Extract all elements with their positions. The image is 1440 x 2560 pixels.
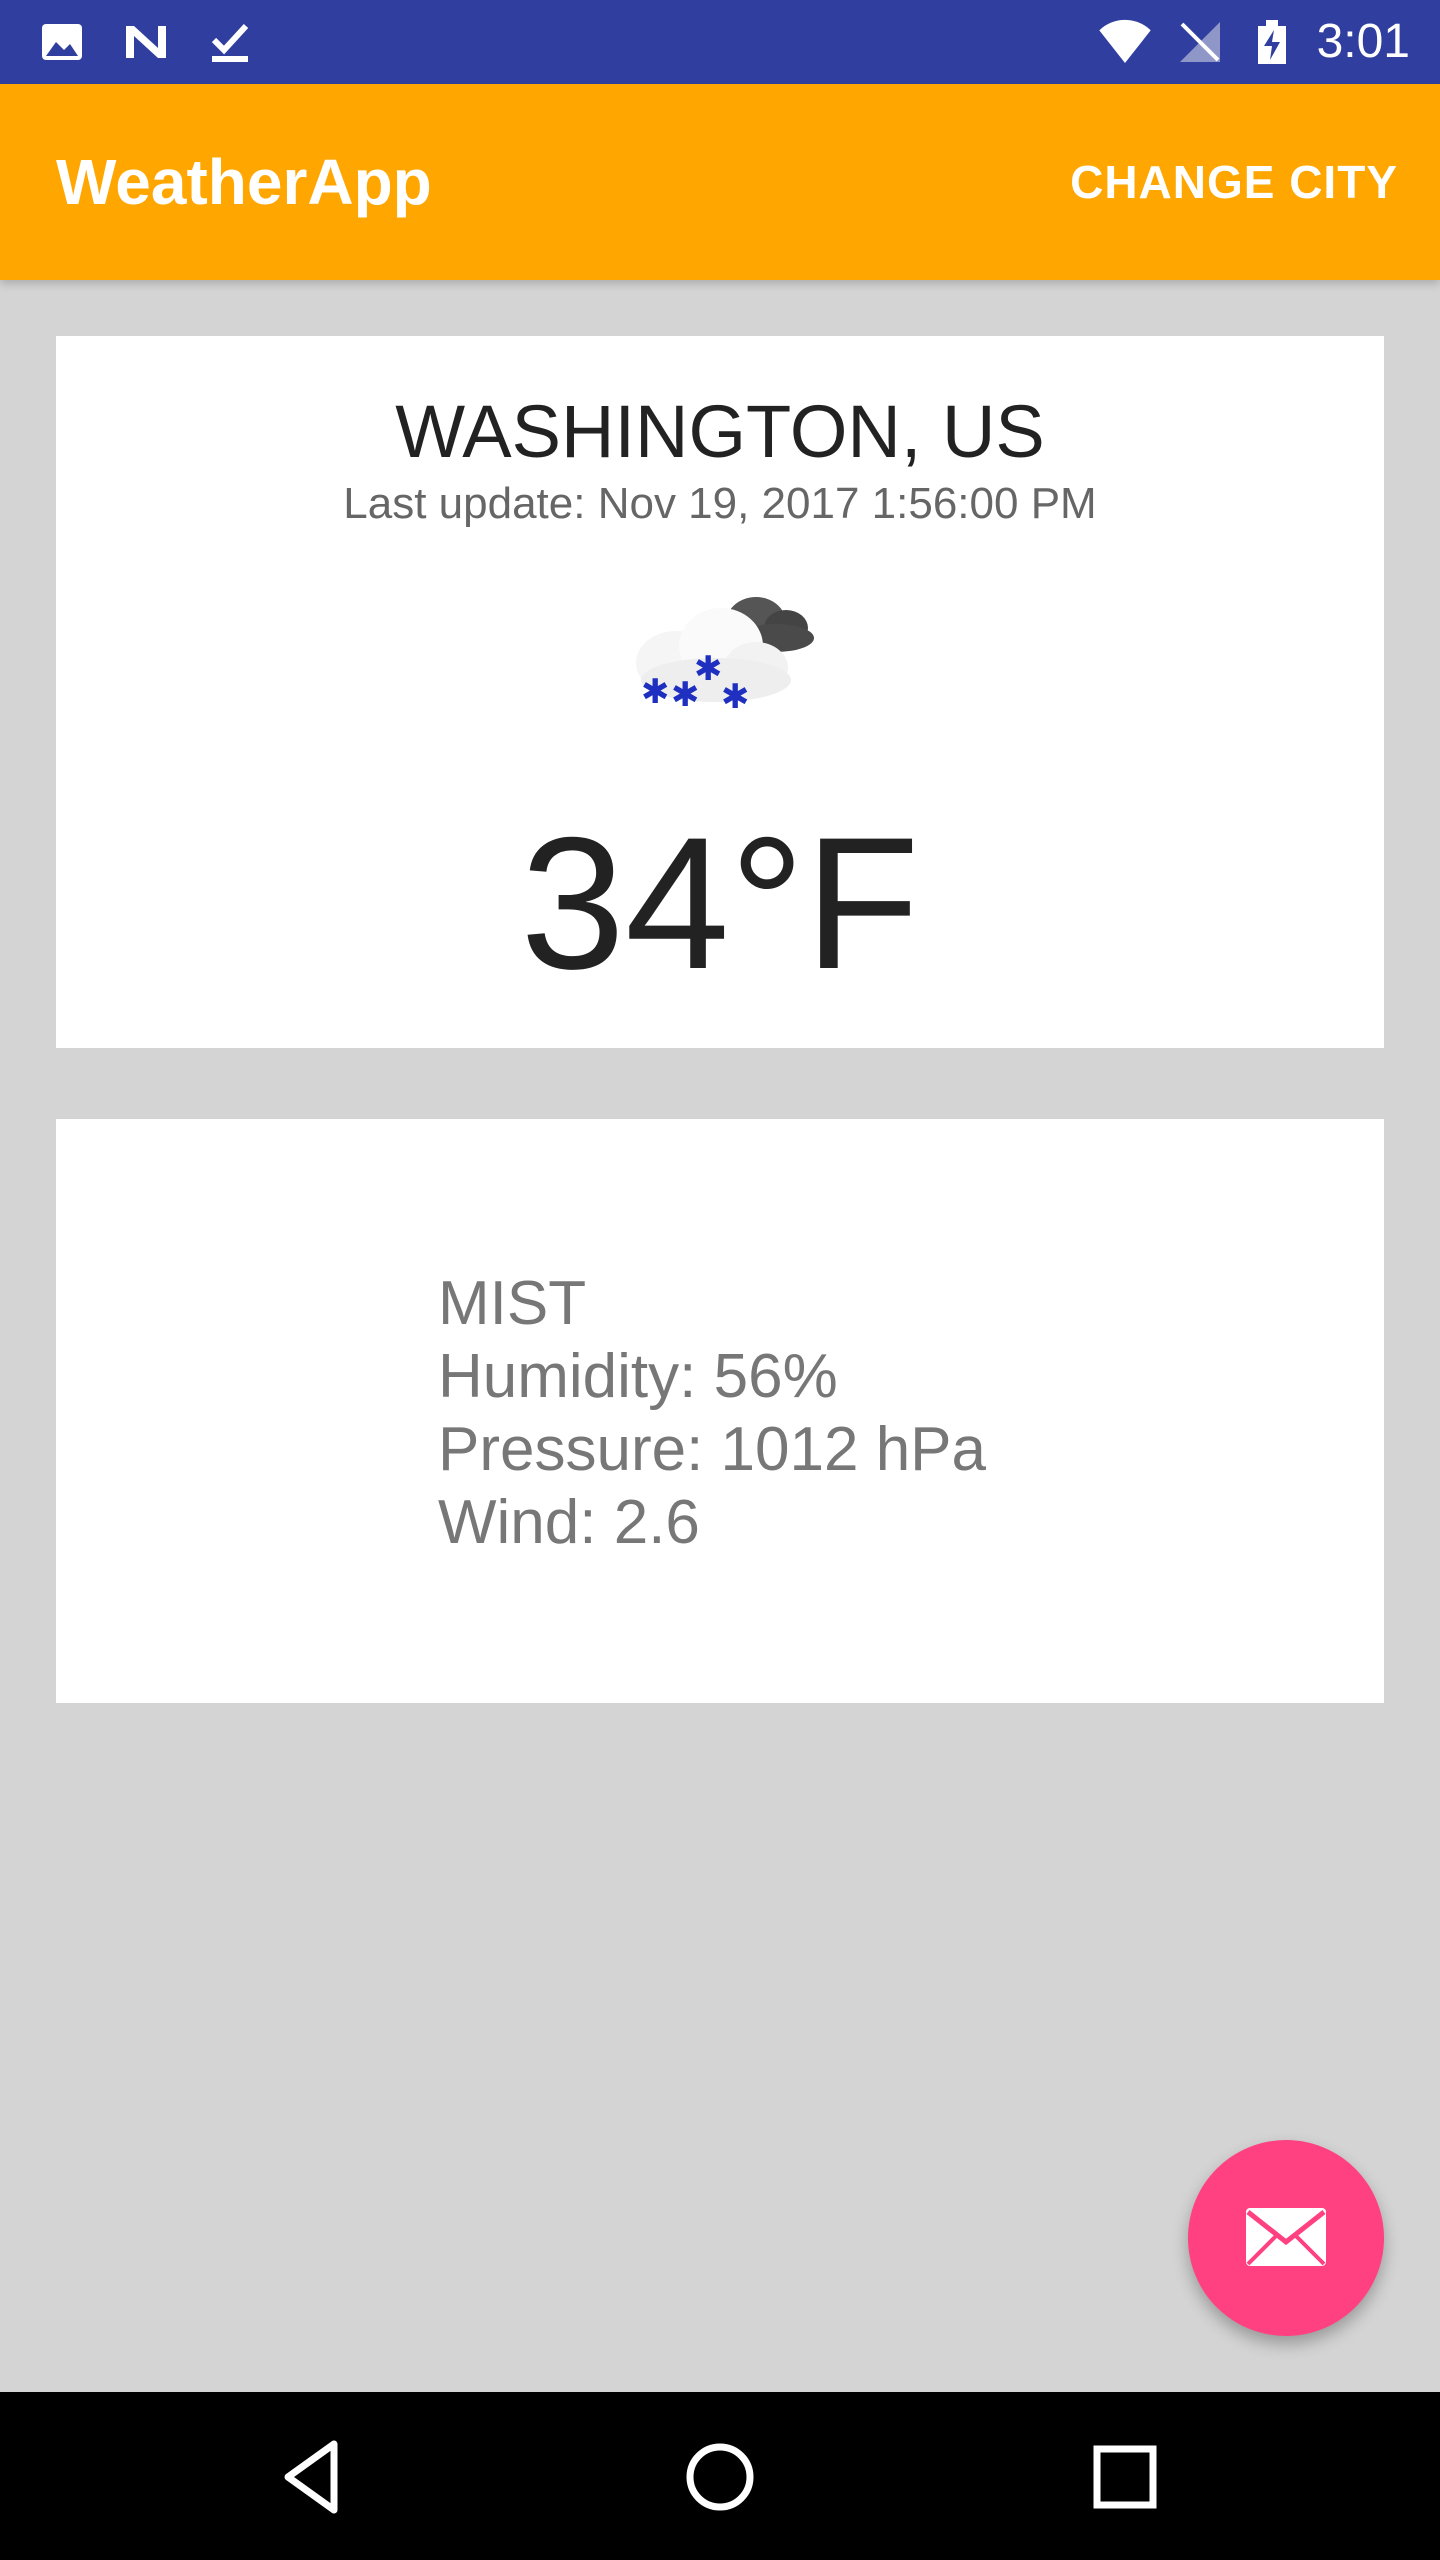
app-title: WeatherApp <box>56 146 432 218</box>
app-bar: WeatherApp CHANGE CITY <box>0 84 1440 280</box>
status-bar: 3:01 <box>0 0 1440 84</box>
no-signal-icon <box>1180 22 1220 62</box>
temperature-value: 34°F <box>520 798 920 1008</box>
weather-details-card: MIST Humidity: 56% Pressure: 1012 hPa Wi… <box>56 1119 1384 1703</box>
battery-charging-icon <box>1258 20 1286 64</box>
wifi-icon <box>1099 19 1151 63</box>
recents-icon[interactable] <box>1082 2434 1168 2520</box>
download-done-icon <box>211 23 249 62</box>
svg-text:✱: ✱ <box>641 672 670 712</box>
humidity-text: Humidity: 56% <box>438 1342 838 1411</box>
change-city-button[interactable]: CHANGE CITY <box>1070 154 1398 210</box>
current-weather-card: WASHINGTON, US Last update: Nov 19, 2017… <box>56 336 1384 1048</box>
image-icon <box>42 24 82 60</box>
n-logo-icon <box>126 26 166 58</box>
snow-cloud-icon: ✱ ✱ ✱ ✱ <box>636 597 814 717</box>
wind-text: Wind: 2.6 <box>438 1488 700 1557</box>
navigation-bar <box>0 2392 1440 2560</box>
mail-fab-button[interactable] <box>1188 2140 1384 2336</box>
back-icon[interactable] <box>272 2434 358 2520</box>
city-name: WASHINGTON, US <box>395 390 1045 473</box>
svg-text:✱: ✱ <box>694 649 723 689</box>
svg-text:✱: ✱ <box>721 677 750 717</box>
last-update-text: Last update: Nov 19, 2017 1:56:00 PM <box>343 479 1097 528</box>
details-list: MIST Humidity: 56% Pressure: 1012 hPa Wi… <box>438 1267 986 1559</box>
mail-icon <box>1246 2208 1326 2266</box>
pressure-text: Pressure: 1012 hPa <box>438 1415 987 1484</box>
weather-description: MIST <box>438 1269 587 1338</box>
status-time: 3:01 <box>1316 15 1410 68</box>
home-icon[interactable] <box>677 2434 763 2520</box>
